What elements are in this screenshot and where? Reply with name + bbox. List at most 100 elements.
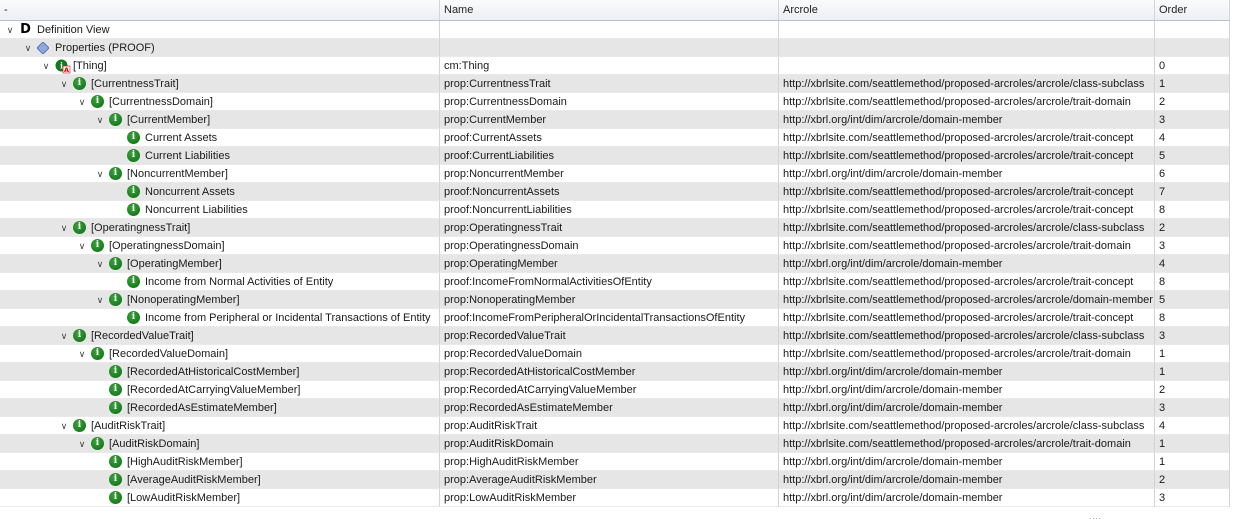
expand-collapse-chevron-icon[interactable]: ∨: [58, 327, 70, 344]
expand-collapse-chevron-icon[interactable]: ∨: [94, 255, 106, 272]
expand-collapse-chevron-icon[interactable]: ∨: [58, 417, 70, 434]
element-info-icon: i: [109, 167, 122, 180]
tree-cell: ∨ Properties (PROOF): [0, 39, 440, 57]
column-header-order[interactable]: Order: [1155, 0, 1230, 20]
tree-node-label: [RecordedAtCarryingValueMember]: [127, 384, 301, 396]
order-cell: 8: [1155, 273, 1230, 291]
expand-collapse-chevron-icon[interactable]: ∨: [22, 39, 34, 56]
tree-cell: i Noncurrent Assets: [0, 183, 440, 201]
element-info-icon: i: [127, 203, 140, 216]
tree-row[interactable]: i [RecordedAtHistoricalCostMember] prop:Re…: [0, 363, 1230, 381]
order-cell: 1: [1155, 435, 1230, 453]
arcrole-cell: http://xbrlsite.com/seattlemethod/propos…: [779, 219, 1155, 237]
expand-collapse-chevron-icon[interactable]: ∨: [94, 291, 106, 308]
expand-collapse-chevron-icon[interactable]: ∨: [58, 75, 70, 92]
name-cell: proof:IncomeFromPeripheralOrIncidentalTr…: [440, 309, 779, 327]
element-info-icon: i: [109, 293, 122, 306]
tree-row[interactable]: ∨ Properties (PROOF): [0, 39, 1230, 57]
tree-row[interactable]: ∨ i [CurrentnessDomain] prop:CurrentnessDom…: [0, 93, 1230, 111]
arcrole-cell: http://xbrlsite.com/seattlemethod/propos…: [779, 75, 1155, 93]
column-header-name[interactable]: Name: [440, 0, 779, 20]
order-cell: 0: [1155, 57, 1230, 75]
element-info-icon: i: [127, 185, 140, 198]
tree-row[interactable]: ∨ i [NoncurrentMember] prop:NoncurrentMembe…: [0, 165, 1230, 183]
name-cell: proof:CurrentAssets: [440, 129, 779, 147]
name-cell: prop:OperatingnessTrait: [440, 219, 779, 237]
tree-row[interactable]: ∨ i [OperatingnessTrait] prop:Operatingness…: [0, 219, 1230, 237]
tree-cell: ∨ i [CurrentMember]: [0, 111, 440, 129]
tree-node-label: [OperatingMember]: [127, 258, 222, 270]
tree-node-label: [NonoperatingMember]: [127, 294, 240, 306]
name-cell: prop:NoncurrentMember: [440, 165, 779, 183]
tree-cell: ∨ i [NonoperatingMember]: [0, 291, 440, 309]
name-cell: prop:RecordedAtCarryingValueMember: [440, 381, 779, 399]
element-info-icon: i: [73, 329, 86, 342]
name-cell: prop:OperatingMember: [440, 255, 779, 273]
expand-collapse-chevron-icon[interactable]: ∨: [58, 219, 70, 236]
arcrole-cell: http://xbrlsite.com/seattlemethod/propos…: [779, 273, 1155, 291]
name-cell: prop:LowAuditRiskMember: [440, 489, 779, 507]
expand-collapse-chevron-icon[interactable]: ∨: [76, 435, 88, 452]
tree-cell: ∨ i [OperatingnessTrait]: [0, 219, 440, 237]
tree-row[interactable]: ∨ i [OperatingMember] prop:OperatingMember h…: [0, 255, 1230, 273]
tree-row[interactable]: i [HighAuditRiskMember] prop:HighAuditRisk…: [0, 453, 1230, 471]
resize-grip[interactable]: ....: [1089, 513, 1102, 521]
element-info-icon: i: [127, 149, 140, 162]
tree-row[interactable]: ∨ i [AuditRiskDomain] prop:AuditRiskDomain h…: [0, 435, 1230, 453]
tree-row[interactable]: ∨ i [CurrentMember] prop:CurrentMember http:…: [0, 111, 1230, 129]
element-info-icon: i: [73, 77, 86, 90]
tree-row[interactable]: i Noncurrent Assets proof:NoncurrentAssets…: [0, 183, 1230, 201]
element-info-icon: i: [109, 383, 122, 396]
tree-row[interactable]: i Income from Peripheral or Incidental Tr…: [0, 309, 1230, 327]
expand-collapse-chevron-icon[interactable]: ∨: [94, 111, 106, 128]
arcrole-cell: [779, 39, 1155, 57]
expand-collapse-chevron-icon[interactable]: ∨: [40, 57, 52, 74]
tree-row[interactable]: i [RecordedAtCarryingValueMember] prop:Rec…: [0, 381, 1230, 399]
arcrole-cell: http://xbrlsite.com/seattlemethod/propos…: [779, 129, 1155, 147]
tree-row[interactable]: i [RecordedAsEstimateMember] prop:Recorded…: [0, 399, 1230, 417]
tree-row[interactable]: ∨ i [OperatingnessDomain] prop:Operatingnes…: [0, 237, 1230, 255]
expand-collapse-chevron-icon[interactable]: ∨: [76, 345, 88, 362]
tree-row[interactable]: ∨ i [NonoperatingMember] prop:NonoperatingM…: [0, 291, 1230, 309]
tree-row[interactable]: i [AverageAuditRiskMember] prop:AverageAud…: [0, 471, 1230, 489]
tree-row[interactable]: ∨ i [CurrentnessTrait] prop:CurrentnessTrai…: [0, 75, 1230, 93]
column-header-arcrole[interactable]: Arcrole: [779, 0, 1155, 20]
definition-tree-grid[interactable]: - Name Arcrole Order ∨ D Definition View ∨ P…: [0, 0, 1239, 521]
tree-row[interactable]: i Noncurrent Liabilities proof:NoncurrentL…: [0, 201, 1230, 219]
tree-node-label: Current Liabilities: [145, 150, 230, 162]
tree-row[interactable]: ∨ i [AuditRiskTrait] prop:AuditRiskTrait htt…: [0, 417, 1230, 435]
name-cell: prop:CurrentnessDomain: [440, 93, 779, 111]
name-cell: prop:AuditRiskDomain: [440, 435, 779, 453]
tree-node-label: [LowAuditRiskMember]: [127, 492, 241, 504]
arcrole-cell: http://xbrl.org/int/dim/arcrole/domain-m…: [779, 399, 1155, 417]
arcrole-cell: [779, 57, 1155, 75]
tree-row[interactable]: i Current Assets proof:CurrentAssets http:/…: [0, 129, 1230, 147]
definition-view-icon: D: [20, 22, 31, 37]
tree-row[interactable]: i [LowAuditRiskMember] prop:LowAuditRiskMe…: [0, 489, 1230, 507]
tree-node-label: [RecordedValueTrait]: [91, 330, 194, 342]
order-cell: 3: [1155, 399, 1230, 417]
tree-row[interactable]: ∨ i [RecordedValueDomain] prop:RecordedValu…: [0, 345, 1230, 363]
tree-row[interactable]: ∨ D Definition View: [0, 21, 1230, 39]
element-info-icon: i: [91, 347, 104, 360]
expand-collapse-chevron-icon[interactable]: ∨: [94, 165, 106, 182]
tree-cell: i [HighAuditRiskMember]: [0, 453, 440, 471]
tree-row[interactable]: i Income from Normal Activities of Entity…: [0, 273, 1230, 291]
tree-cell: ∨ i [RecordedValueDomain]: [0, 345, 440, 363]
tree-row[interactable]: ∨ i A [Thing] cm:Thing 0: [0, 57, 1230, 75]
arcrole-cell: http://xbrlsite.com/seattlemethod/propos…: [779, 93, 1155, 111]
name-cell: prop:RecordedAtHistoricalCostMember: [440, 363, 779, 381]
order-cell: 8: [1155, 201, 1230, 219]
column-header-tree[interactable]: -: [0, 0, 440, 20]
order-cell: 3: [1155, 489, 1230, 507]
tree-row[interactable]: i Current Liabilities proof:CurrentLiabili…: [0, 147, 1230, 165]
tree-row[interactable]: ∨ i [RecordedValueTrait] prop:RecordedValue…: [0, 327, 1230, 345]
arcrole-cell: http://xbrl.org/int/dim/arcrole/domain-m…: [779, 255, 1155, 273]
expand-collapse-chevron-icon[interactable]: ∨: [4, 21, 16, 38]
expand-collapse-chevron-icon[interactable]: ∨: [76, 237, 88, 254]
expand-collapse-chevron-icon[interactable]: ∨: [76, 93, 88, 110]
tree-node-label: [Thing]: [73, 60, 107, 72]
tree-cell: i Noncurrent Liabilities: [0, 201, 440, 219]
arcrole-cell: http://xbrlsite.com/seattlemethod/propos…: [779, 147, 1155, 165]
order-cell: [1155, 21, 1230, 39]
